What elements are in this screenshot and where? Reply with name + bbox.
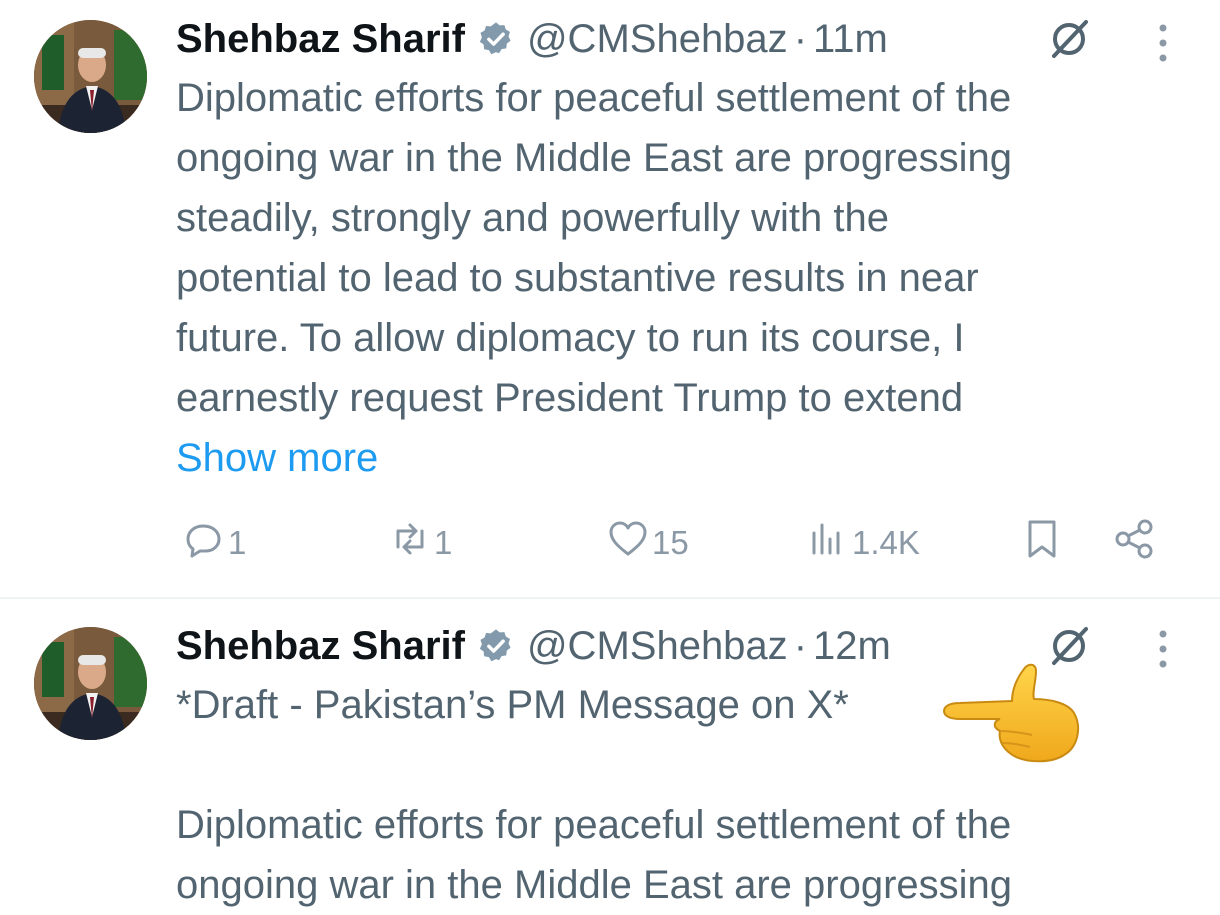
reply-button[interactable]: 1 (180, 518, 246, 568)
verified-badge-icon (477, 627, 515, 665)
tweet-text-line: future. To allow diplomacy to run its co… (176, 316, 965, 360)
grok-icon[interactable] (1046, 16, 1092, 62)
tweet-text-line: Diplomatic efforts for peaceful settleme… (176, 76, 1012, 120)
like-count: 15 (652, 524, 689, 561)
show-more-link[interactable]: Show more (176, 428, 1186, 488)
tweet-text-line: ongoing war in the Middle East are progr… (176, 863, 1013, 907)
tweet-text-line: Diplomatic efforts for peaceful settleme… (176, 803, 1012, 847)
views-icon (806, 517, 850, 569)
reply-count: 1 (228, 524, 247, 561)
tweet-text-line: ongoing war in the Middle East are progr… (176, 136, 1013, 180)
bookmark-icon (1020, 517, 1064, 569)
tweet-text: Diplomatic efforts for peaceful settleme… (176, 795, 1186, 915)
repost-count: 1 (434, 524, 453, 561)
more-options-icon[interactable] (1150, 21, 1176, 65)
views-button[interactable]: 1.4K (804, 518, 920, 568)
views-count: 1.4K (852, 524, 920, 561)
share-icon (1112, 517, 1156, 569)
author-name[interactable]: Shehbaz Sharif (176, 624, 465, 669)
like-button[interactable]: 15 (604, 518, 689, 568)
verified-badge-icon (477, 20, 515, 58)
tweet-text: Diplomatic efforts for peaceful settleme… (176, 68, 1186, 488)
avatar[interactable] (34, 627, 147, 740)
tweet-header: Shehbaz Sharif @CMShehbaz · 12m (176, 623, 891, 669)
tweet-text-line: potential to lead to substantive results… (176, 256, 979, 300)
tweet[interactable]: Shehbaz Sharif @CMShehbaz · 12m *Draft -… (0, 599, 1220, 915)
repost-button[interactable]: 1 (386, 518, 452, 568)
author-name[interactable]: Shehbaz Sharif (176, 17, 465, 62)
repost-icon (388, 517, 432, 569)
tweet-text-line: earnestly request President Trump to ext… (176, 376, 964, 420)
heart-icon (606, 517, 650, 569)
tweet-actions: 1 1 15 1.4K (176, 518, 1176, 568)
tweet-header: Shehbaz Sharif @CMShehbaz · 11m (176, 16, 888, 62)
separator-dot: · (793, 623, 808, 668)
separator-dot: · (793, 16, 808, 61)
timestamp[interactable]: 11m (813, 17, 888, 62)
author-handle[interactable]: @CMShehbaz (527, 624, 788, 669)
reply-icon (182, 517, 226, 569)
more-options-icon[interactable] (1150, 627, 1176, 671)
bookmark-button[interactable] (1018, 518, 1064, 568)
timestamp[interactable]: 12m (813, 624, 891, 669)
draft-label: *Draft - Pakistan’s PM Message on X* (176, 683, 849, 727)
share-button[interactable] (1110, 518, 1156, 568)
avatar[interactable] (34, 20, 147, 133)
author-handle[interactable]: @CMShehbaz (527, 17, 788, 62)
pointing-hand-emoji (940, 651, 1085, 769)
tweet-text-line: steadily, strongly and powerfully with t… (176, 196, 889, 240)
tweet[interactable]: Shehbaz Sharif @CMShehbaz · 11m Diplomat… (0, 0, 1220, 598)
